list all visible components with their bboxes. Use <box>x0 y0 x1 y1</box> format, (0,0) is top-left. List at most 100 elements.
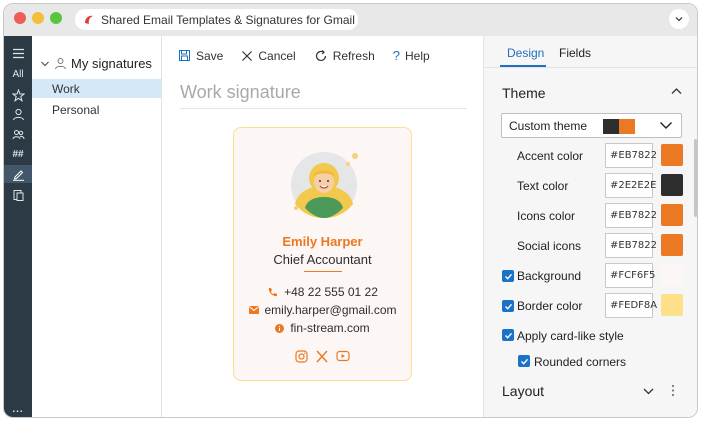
rounded-corners-label: Rounded corners <box>534 355 627 369</box>
app-logo-icon <box>85 15 93 24</box>
templates-icon[interactable] <box>4 186 32 204</box>
phone-line: +48 22 555 01 22 <box>234 285 411 299</box>
active-tab-indicator <box>500 65 546 67</box>
help-label: Help <box>404 48 430 63</box>
user-icon[interactable] <box>4 105 32 123</box>
team-icon[interactable] <box>4 125 32 143</box>
save-button[interactable]: Save <box>178 49 223 63</box>
editor-toolbar: Save Cancel Refresh ? Help <box>178 48 448 63</box>
color-hex-input[interactable]: #2E2E2E <box>605 173 656 198</box>
star-icon[interactable] <box>4 86 32 104</box>
color-hex-input[interactable]: #EB7822 <box>605 143 657 168</box>
close-window-button[interactable] <box>14 12 26 24</box>
rail-hashtags[interactable]: ## <box>4 145 32 163</box>
theme-preview-swatch <box>603 119 635 134</box>
panel-tabs: Design Fields <box>484 36 697 68</box>
color-row-label: Border color <box>517 299 583 313</box>
rail-more-label: ... <box>12 403 24 415</box>
color-row-label: Social icons <box>517 239 582 253</box>
rail-all-label: All <box>12 68 24 80</box>
more-vertical-icon[interactable] <box>671 384 675 397</box>
theme-swatch-dark <box>603 119 619 134</box>
folder-header-label: My signatures <box>71 56 152 71</box>
color-swatch[interactable] <box>661 204 683 226</box>
signature-folders: My signatures Work Personal <box>32 36 162 417</box>
card-style-checkbox[interactable] <box>502 329 514 341</box>
color-swatch[interactable] <box>661 234 683 256</box>
signature-card: Emily Harper Chief Accountant +48 22 555… <box>233 127 412 381</box>
color-row: Text color #2E2E2E <box>484 173 697 199</box>
color-hex-input[interactable]: #FCF6F5 <box>605 263 655 288</box>
window-title: Shared Email Templates & Signatures for … <box>101 12 355 27</box>
color-row: Background #FCF6F5 <box>484 263 697 289</box>
chevron-up-icon[interactable] <box>671 87 682 95</box>
more-options[interactable]: ... <box>4 400 32 417</box>
maximize-window-button[interactable] <box>50 12 62 24</box>
my-signatures-header[interactable]: My signatures <box>40 56 152 71</box>
cancel-label: Cancel <box>258 48 296 63</box>
color-swatch[interactable] <box>661 174 683 196</box>
rail-hash-label: ## <box>12 148 24 160</box>
folder-item-work[interactable]: Work <box>32 79 161 98</box>
phone-icon <box>268 287 278 296</box>
color-swatch[interactable] <box>661 294 683 316</box>
save-label: Save <box>196 48 224 63</box>
title-divider <box>180 108 467 109</box>
app-window: Shared Email Templates & Signatures for … <box>3 3 698 418</box>
color-row-checkbox[interactable] <box>502 300 514 312</box>
left-rail: All ## ... <box>4 36 32 417</box>
color-row-checkbox[interactable] <box>502 270 514 282</box>
cancel-button[interactable]: Cancel <box>241 48 296 63</box>
color-row-label: Background <box>517 269 582 283</box>
instagram-icon[interactable] <box>295 350 308 363</box>
card-style-label: Apply card-like style <box>517 329 624 343</box>
minimize-window-button[interactable] <box>32 12 44 24</box>
contact-name: Emily Harper <box>282 234 363 249</box>
rounded-corners-checkbox[interactable] <box>518 355 530 367</box>
tab-fields[interactable]: Fields <box>559 46 591 60</box>
website-line: fin-stream.com <box>234 321 411 335</box>
menu-icon[interactable] <box>4 44 32 62</box>
folder-item-label: Work <box>52 81 80 96</box>
youtube-icon[interactable] <box>336 350 350 363</box>
window-menu-chevron-icon[interactable] <box>669 9 689 29</box>
x-icon[interactable] <box>316 350 328 363</box>
phone-text: +48 22 555 01 22 <box>284 285 378 299</box>
refresh-button[interactable]: Refresh <box>314 49 375 63</box>
chevron-down-icon[interactable] <box>643 387 654 395</box>
signature-title[interactable]: Work signature <box>180 82 301 103</box>
social-icons <box>234 350 411 363</box>
website-text: fin-stream.com <box>290 321 370 335</box>
user-icon <box>55 58 66 70</box>
chevron-down-icon <box>660 122 672 129</box>
color-swatch[interactable] <box>661 264 683 286</box>
window-title-pill: Shared Email Templates & Signatures for … <box>75 9 358 30</box>
avatar <box>291 152 358 218</box>
color-row-label: Accent color <box>517 149 584 163</box>
signature-editor: Save Cancel Refresh ? Help Work signatur… <box>162 36 483 417</box>
theme-select-value: Custom theme <box>509 118 588 133</box>
close-icon <box>242 50 253 61</box>
tab-design[interactable]: Design <box>507 46 544 60</box>
help-icon: ? <box>392 48 400 63</box>
signature-pen-icon[interactable] <box>4 165 32 183</box>
color-hex-input[interactable]: #FEDF8A <box>605 293 657 318</box>
folder-item-label: Personal <box>52 102 100 117</box>
color-row: Icons color #EB7822 <box>484 203 697 229</box>
rail-all[interactable]: All <box>4 65 32 83</box>
chevron-down-icon <box>41 61 49 66</box>
theme-section-title: Theme <box>502 85 546 101</box>
design-panel: Design Fields Theme Custom theme Accent … <box>483 36 697 417</box>
color-hex-input[interactable]: #EB7822 <box>605 203 657 228</box>
panel-scrollbar[interactable] <box>694 139 697 217</box>
theme-select[interactable]: Custom theme <box>501 113 682 138</box>
color-row: Border color #FEDF8A <box>484 293 697 319</box>
folder-item-personal[interactable]: Personal <box>32 100 161 119</box>
color-swatch[interactable] <box>661 144 683 166</box>
help-button[interactable]: ? Help <box>393 48 430 63</box>
info-icon <box>275 323 285 333</box>
color-hex-input[interactable]: #EB7822 <box>605 233 657 258</box>
email-text: emily.harper@gmail.com <box>264 303 397 317</box>
envelope-icon <box>248 306 259 314</box>
theme-swatch-accent <box>619 119 635 134</box>
